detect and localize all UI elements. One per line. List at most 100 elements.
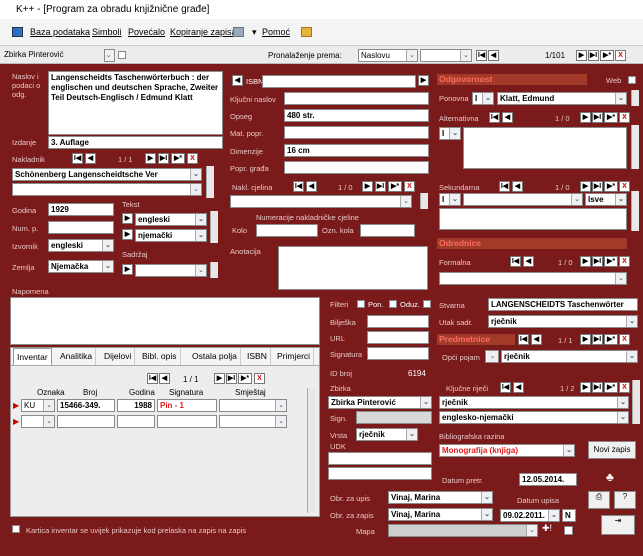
formal-delete-button[interactable]: X <box>619 256 630 267</box>
filter-oduz-checkbox[interactable] <box>389 300 397 308</box>
folder-checkbox[interactable] <box>564 526 573 535</box>
publisher-prev-button[interactable]: ◀ <box>85 153 96 164</box>
next-record-button[interactable]: ▶ <box>576 50 587 61</box>
keyword-1[interactable]: rječnik ⌄ <box>439 396 629 409</box>
subject-delete-button[interactable]: X <box>619 334 630 345</box>
sign-field[interactable] <box>356 411 432 424</box>
series-next-button[interactable]: ▶ <box>362 181 373 192</box>
row-broj[interactable]: 15466-349. <box>57 399 115 412</box>
series-new-button[interactable]: ▶* <box>388 181 402 192</box>
dimensions-field[interactable]: 16 cm <box>284 144 429 157</box>
keywords-next-button[interactable]: ▶ <box>580 382 591 393</box>
inventory-delete-button[interactable]: X <box>254 373 265 384</box>
series-prev-button[interactable]: ◀ <box>306 181 317 192</box>
volume-field[interactable] <box>256 224 318 237</box>
accompanying-material-field[interactable] <box>284 161 429 174</box>
secondary-last-button[interactable]: ▶I <box>592 181 603 192</box>
new-row-oznaka[interactable]: ⌄ <box>21 415 55 428</box>
menu-symbols[interactable]: Simboli <box>92 27 122 37</box>
inventory-prev-button[interactable]: ◀ <box>159 373 170 384</box>
search-by-select[interactable]: Naslovu ⌄ <box>358 49 418 62</box>
publisher-first-button[interactable]: I◀ <box>72 153 83 164</box>
keywords-last-button[interactable]: ▶I <box>592 382 603 393</box>
tab-inventory[interactable]: Inventar <box>13 348 52 365</box>
other-material-field[interactable] <box>284 126 429 139</box>
contents-row-marker[interactable]: ▶ <box>122 264 133 275</box>
udc-field[interactable] <box>328 452 432 465</box>
table-row[interactable]: ▶ KU ⌄ 15466-349. 1988 Pin - 1 ⌄ <box>13 399 317 413</box>
row-oznaka[interactable]: KU ⌄ <box>21 399 55 412</box>
text-language-row-marker[interactable]: ▶ <box>122 213 133 224</box>
publisher-next-button[interactable]: ▶ <box>145 153 156 164</box>
menu-copy-record[interactable]: Kopiranje zapisa <box>170 27 237 37</box>
shelfmark-field[interactable] <box>367 347 429 360</box>
subject-prev-button[interactable]: ◀ <box>531 334 542 345</box>
publisher-delete-button[interactable]: X <box>187 153 198 164</box>
entered-by-field[interactable]: Vinaj, Marina ⌄ <box>388 491 493 504</box>
series-last-button[interactable]: ▶I <box>375 181 386 192</box>
publisher-field[interactable]: Schönenberg Langenscheidtsche Ver ⌄ <box>12 168 202 181</box>
alternative-scrollbar[interactable] <box>631 125 639 169</box>
menu-help[interactable]: Pomoć <box>262 27 290 37</box>
alternative-new-button[interactable]: ▶* <box>604 112 618 123</box>
edited-by-field[interactable]: Vinaj, Marina ⌄ <box>388 508 493 521</box>
bibliographic-level-select[interactable]: Monografija (knjiga) ⌄ <box>439 444 575 457</box>
binoculars-icon[interactable]: ♣ <box>606 470 614 484</box>
secondary-new-button[interactable]: ▶* <box>604 181 618 192</box>
type-field[interactable]: rječnik ⌄ <box>356 428 418 441</box>
secondary-relation-select[interactable]: Isve ⌄ <box>585 193 627 206</box>
general-concept-field[interactable]: rječnik ⌄ <box>501 350 638 363</box>
web-checkbox[interactable] <box>628 76 636 84</box>
subject-next-button[interactable]: ▶ <box>580 334 591 345</box>
text-language-row-marker-2[interactable]: ▶ <box>122 229 133 240</box>
edition-field[interactable]: 3. Auflage <box>48 136 223 149</box>
secondary-delete-button[interactable]: X <box>619 181 630 192</box>
collection-field[interactable]: Zbirka Pinterović ⌄ <box>328 396 432 409</box>
delete-record-button[interactable]: X <box>615 50 626 61</box>
secondary-list[interactable] <box>439 208 627 230</box>
entry-date-field[interactable]: 09.02.2011. ⌄ <box>500 509 560 522</box>
title-field[interactable]: Langenscheidts Taschenwörterbuch : der e… <box>48 71 223 135</box>
secondary-first-button[interactable]: I◀ <box>499 181 510 192</box>
url-field[interactable] <box>367 331 429 344</box>
text-language-1[interactable]: engleski ⌄ <box>135 213 207 226</box>
annotation-field[interactable] <box>278 246 428 290</box>
keyword-2[interactable]: englesko-njemački ⌄ <box>439 411 629 424</box>
inventory-new-button[interactable]: ▶* <box>238 373 252 384</box>
publisher-scrollbar[interactable] <box>206 166 214 198</box>
collection-checkbox[interactable] <box>118 51 126 59</box>
help-icon[interactable]: ? <box>614 491 636 509</box>
new-row-signatura[interactable] <box>157 415 217 428</box>
inventory-first-button[interactable]: I◀ <box>147 373 158 384</box>
secondary-scrollbar[interactable] <box>631 191 639 231</box>
subject-first-button[interactable]: I◀ <box>518 334 529 345</box>
new-record-button[interactable]: ▶* <box>600 50 614 61</box>
num-field[interactable] <box>48 221 114 234</box>
keywords-prev-button[interactable]: ◀ <box>513 382 524 393</box>
isbn-next[interactable]: ▶ <box>418 75 429 86</box>
filter-pon-checkbox[interactable] <box>357 300 365 308</box>
note-field[interactable] <box>10 297 320 345</box>
collection-dropdown[interactable]: ⌄ <box>104 49 115 62</box>
filter-extra-checkbox[interactable] <box>423 300 431 308</box>
series-scrollbar[interactable] <box>420 193 428 209</box>
text-language-scrollbar[interactable] <box>210 211 218 243</box>
subject-last-button[interactable]: ▶I <box>592 334 603 345</box>
alternative-first-button[interactable]: I◀ <box>489 112 500 123</box>
prev-record-button[interactable]: ◀ <box>488 50 499 61</box>
last-record-button[interactable]: ▶I <box>588 50 599 61</box>
row-smjestaj[interactable]: ⌄ <box>219 399 287 412</box>
note2-field[interactable] <box>367 315 429 328</box>
keywords-new-button[interactable]: ▶* <box>604 382 618 393</box>
general-concept-type[interactable]: ⌄ <box>485 350 499 363</box>
tab-analytics[interactable]: Analitika <box>57 348 97 365</box>
exit-icon[interactable] <box>301 27 312 37</box>
series-delete-button[interactable]: X <box>404 181 415 192</box>
volume-designation-field[interactable] <box>360 224 415 237</box>
exit-door-icon[interactable]: ⇥ <box>601 515 635 535</box>
tab-bibl-description[interactable]: Bibl. opis <box>139 348 181 365</box>
search-date-field[interactable]: 12.05.2014. <box>519 473 577 486</box>
series-field[interactable]: ⌄ <box>230 195 412 208</box>
isbn-marker[interactable]: ◀ <box>232 75 243 86</box>
publisher-new-button[interactable]: ▶* <box>171 153 185 164</box>
